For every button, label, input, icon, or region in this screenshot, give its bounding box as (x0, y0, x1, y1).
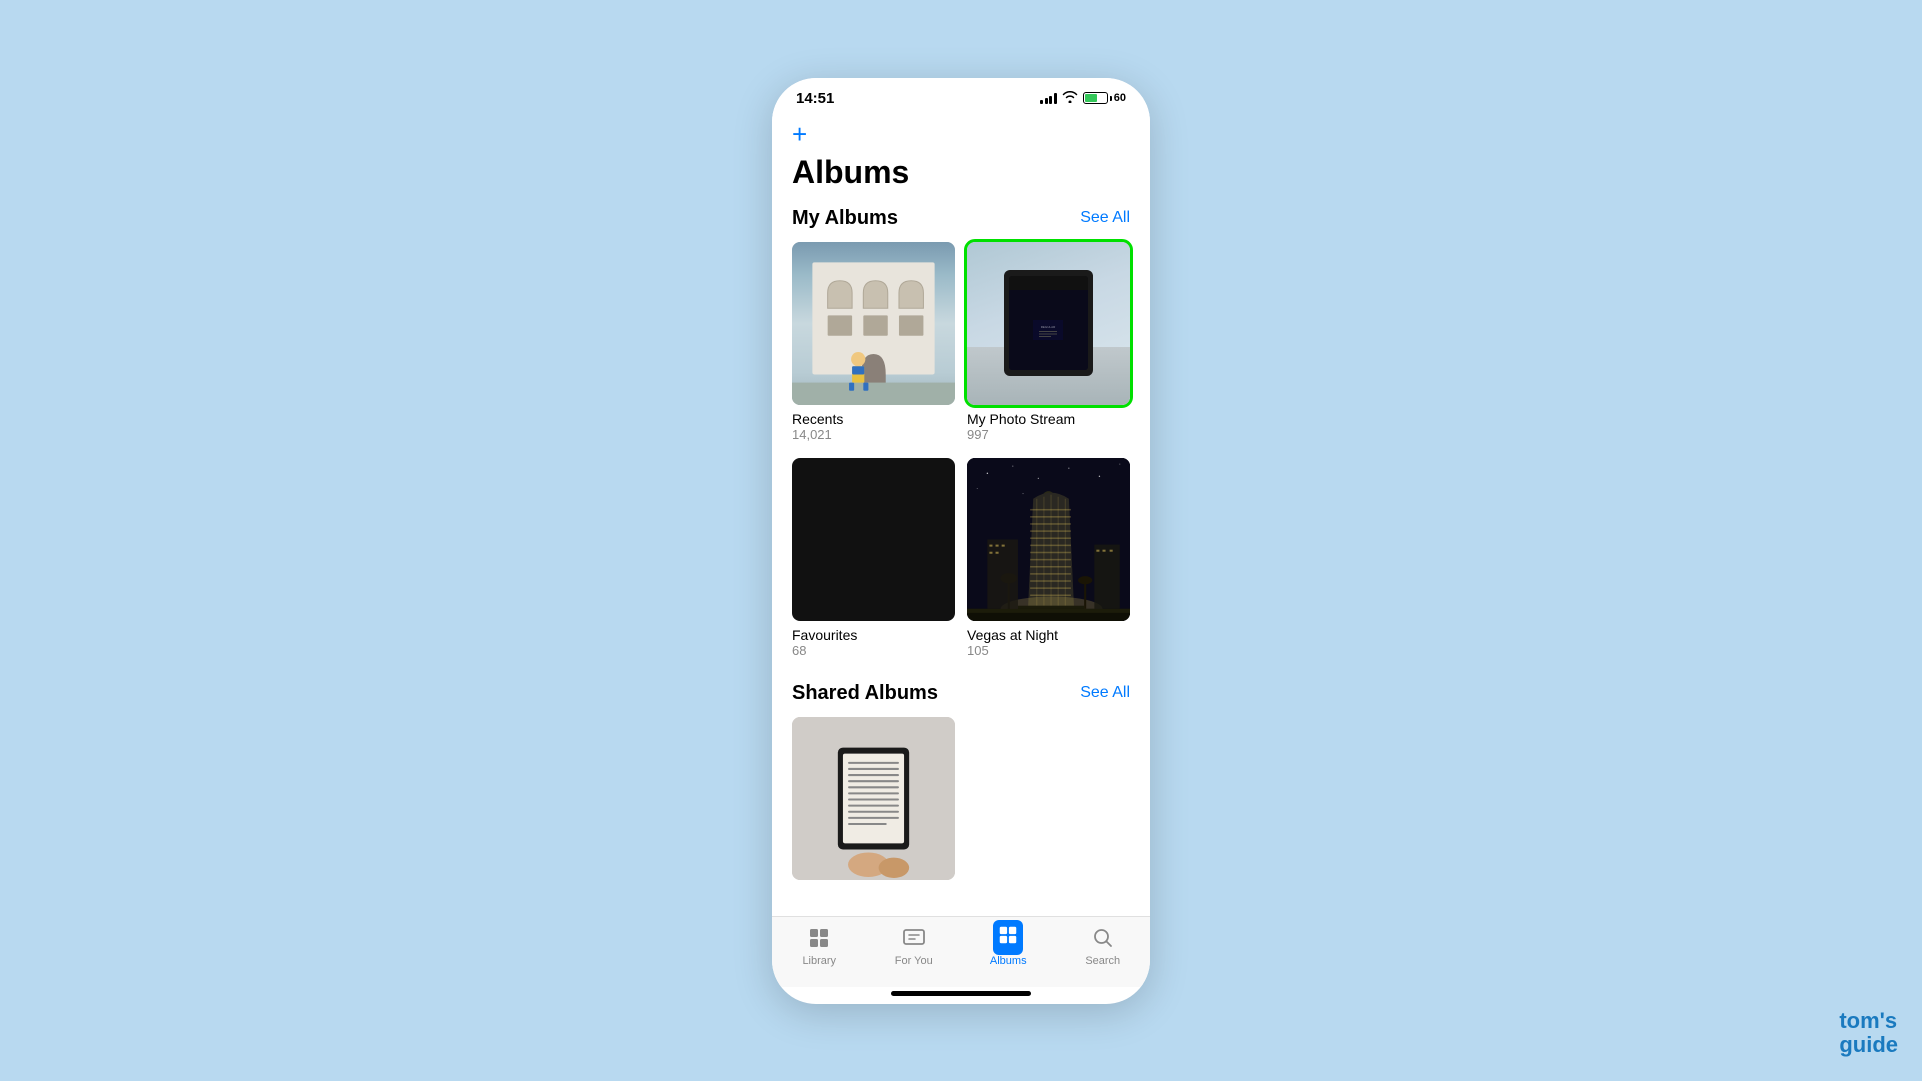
album-grid-row1: Recents 14,021 (792, 242, 1130, 442)
album-recents-count: 14,021 (792, 427, 955, 442)
wifi-icon (1062, 91, 1078, 106)
my-albums-see-all[interactable]: See All (1080, 209, 1130, 227)
album-thumb-vegas (967, 458, 1130, 621)
nav-foryou[interactable]: For You (884, 925, 944, 967)
nav-search-label: Search (1085, 955, 1120, 967)
my-albums-title: My Albums (792, 207, 898, 230)
album-thumb-recents (792, 242, 955, 405)
shared-albums-title: Shared Albums (792, 682, 938, 705)
signal-bars-icon (1040, 93, 1057, 104)
search-icon (1090, 925, 1116, 951)
nav-library[interactable]: Library (789, 925, 849, 967)
nav-albums[interactable]: Albums (978, 925, 1038, 967)
nav-foryou-label: For You (895, 955, 933, 967)
content-area: + Albums My Albums See All (772, 111, 1150, 916)
battery-percent: 60 (1114, 92, 1126, 104)
nav-library-label: Library (802, 955, 836, 967)
album-thumb-favourites (792, 458, 955, 621)
album-vegas[interactable]: Vegas at Night 105 (967, 458, 1130, 658)
foryou-icon (901, 925, 927, 951)
album-grid-row2: Favourites 68 (792, 458, 1130, 658)
album-vegas-name: Vegas at Night (967, 627, 1130, 643)
album-photostream-name: My Photo Stream (967, 411, 1130, 427)
add-album-button[interactable]: + (792, 111, 807, 154)
bottom-nav: Library For You (772, 916, 1150, 987)
library-icon (806, 925, 832, 951)
album-favourites-count: 68 (792, 643, 955, 658)
shared-albums-see-all[interactable]: See All (1080, 684, 1130, 702)
album-favourites-name: Favourites (792, 627, 955, 643)
status-bar: 14:51 60 (772, 78, 1150, 111)
album-photostream-count: 997 (967, 427, 1130, 442)
home-indicator (891, 991, 1031, 996)
shared-album-item[interactable] (792, 717, 955, 880)
svg-text:REGULAR: REGULAR (1041, 325, 1056, 329)
album-thumb-photostream: REGULAR (967, 242, 1130, 405)
toms-guide-watermark: tom's guide (1839, 1009, 1898, 1057)
nav-albums-label: Albums (990, 955, 1027, 967)
status-icons: 60 (1040, 91, 1126, 106)
shared-albums-section: Shared Albums See All (792, 682, 1130, 880)
shared-album-grid (792, 717, 1130, 880)
album-recents[interactable]: Recents 14,021 (792, 242, 955, 442)
album-recents-name: Recents (792, 411, 955, 427)
page-title: Albums (792, 154, 1130, 207)
album-photostream[interactable]: REGULAR My Photo Stream 997 (967, 242, 1130, 442)
album-vegas-count: 105 (967, 643, 1130, 658)
nav-search[interactable]: Search (1073, 925, 1133, 967)
status-time: 14:51 (796, 90, 834, 107)
shared-albums-header: Shared Albums See All (792, 682, 1130, 705)
shared-album-thumb (792, 717, 955, 880)
albums-icon (995, 925, 1021, 951)
album-favourites[interactable]: Favourites 68 (792, 458, 955, 658)
my-albums-section-header: My Albums See All (792, 207, 1130, 230)
battery-icon: 60 (1083, 92, 1126, 104)
phone-frame: 14:51 60 (772, 78, 1150, 1004)
